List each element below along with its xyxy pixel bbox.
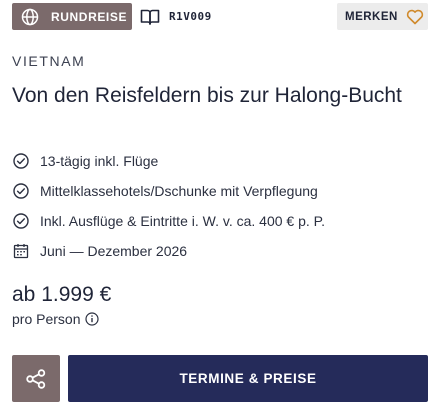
dates-prices-button[interactable]: TERMINE & PREISE <box>68 355 428 402</box>
price-unit: pro Person <box>12 311 100 327</box>
info-icon[interactable] <box>85 312 100 326</box>
bookmark-label: MERKEN <box>345 10 398 23</box>
travel-period-text: Juni — Dezember 2026 <box>40 243 188 259</box>
feature-text: 13-tägig inkl. Flüge <box>40 153 159 169</box>
book-icon <box>140 8 160 26</box>
price-unit-label: pro Person <box>12 311 81 327</box>
check-circle-icon <box>12 152 30 170</box>
feature-item: Mittelklassehotels/Dschunke mit Verpfleg… <box>12 176 432 206</box>
globe-icon <box>21 8 39 26</box>
calendar-icon <box>12 242 30 260</box>
share-button[interactable] <box>12 355 60 402</box>
trip-type-badge: RUNDREISE <box>12 3 132 30</box>
feature-text: Inkl. Ausflüge & Eintritte i. W. v. ca. … <box>40 213 326 229</box>
feature-item: Inkl. Ausflüge & Eintritte i. W. v. ca. … <box>12 206 432 236</box>
bookmark-button[interactable]: MERKEN <box>337 3 428 30</box>
travel-period: Juni — Dezember 2026 <box>12 236 432 266</box>
check-circle-icon <box>12 182 30 200</box>
price: ab 1.999 € <box>12 283 112 306</box>
trip-type-label: RUNDREISE <box>51 9 128 24</box>
feature-item: 13-tägig inkl. Flüge <box>12 146 432 176</box>
heart-icon <box>406 9 424 25</box>
trip-title: Von den Reisfeldern bis zur Halong-Bucht <box>12 84 402 107</box>
trip-code-label: R1V009 <box>169 10 212 23</box>
country-label: VIETNAM <box>12 53 86 69</box>
card-header: RUNDREISE R1V009 MERKEN <box>0 0 438 33</box>
check-circle-icon <box>12 212 30 230</box>
trip-code: R1V009 <box>140 3 212 30</box>
share-icon <box>25 368 47 390</box>
feature-text: Mittelklassehotels/Dschunke mit Verpfleg… <box>40 183 318 199</box>
feature-list: 13-tägig inkl. Flüge Mittelklassehotels/… <box>12 146 432 266</box>
